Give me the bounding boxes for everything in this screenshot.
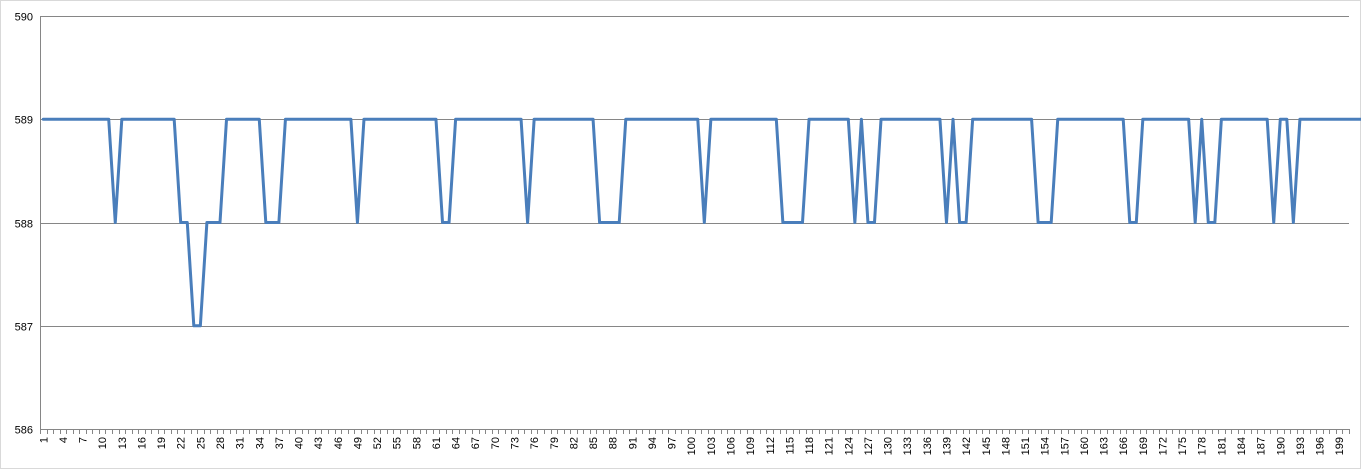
x-tick-label-166: 166 [1118, 437, 1130, 455]
y-tick-label-589: 589 [15, 115, 33, 127]
x-tick-label-7: 7 [78, 437, 90, 443]
x-tick-label-52: 52 [372, 437, 384, 449]
y-tick-label-590: 590 [15, 12, 33, 24]
x-tick-label-28: 28 [215, 437, 227, 449]
x-tick-label-61: 61 [431, 437, 443, 449]
x-tick-label-67: 67 [470, 437, 482, 449]
y-tick-label-587: 587 [15, 322, 33, 334]
x-tick-label-133: 133 [902, 437, 914, 455]
x-tick-label-151: 151 [1020, 437, 1032, 455]
x-tick-label-139: 139 [941, 437, 953, 455]
x-tick-label-16: 16 [136, 437, 148, 449]
x-tick-label-145: 145 [981, 437, 993, 455]
x-tick-label-172: 172 [1157, 437, 1169, 455]
x-tick-label-163: 163 [1099, 437, 1111, 455]
x-tick-label-112: 112 [765, 437, 777, 455]
x-tick-label-85: 85 [588, 437, 600, 449]
x-tick-label-187: 187 [1256, 437, 1268, 455]
x-tick-label-97: 97 [667, 437, 679, 449]
x-tick-label-154: 154 [1040, 437, 1052, 455]
line-chart: 586 587 588 589 590 1 4 7 10 13 16 19 22 25 28 31 34 37 4… [15, 12, 1361, 455]
x-tick-label-19: 19 [156, 437, 168, 449]
x-tick-label-130: 130 [883, 437, 895, 455]
x-tick-label-118: 118 [804, 437, 816, 455]
x-tick-label-49: 49 [352, 437, 364, 449]
x-tick-label-142: 142 [961, 437, 973, 455]
x-tick-label-160: 160 [1079, 437, 1091, 455]
x-tick-label-100: 100 [686, 437, 698, 455]
x-tick-label-193: 193 [1295, 437, 1307, 455]
x-tick-label-37: 37 [274, 437, 286, 449]
x-tick-label-55: 55 [392, 437, 404, 449]
x-tick-label-79: 79 [549, 437, 561, 449]
x-tick-label-157: 157 [1059, 437, 1071, 455]
x-tick-label-136: 136 [922, 437, 934, 455]
x-tick-label-82: 82 [568, 437, 580, 449]
series-layer [41, 117, 1361, 328]
x-tick-label-34: 34 [254, 437, 266, 449]
x-tick-label-103: 103 [706, 437, 718, 455]
x-tick-label-124: 124 [843, 437, 855, 455]
x-tick-label-148: 148 [1000, 437, 1012, 455]
x-tick-label-196: 196 [1315, 437, 1327, 455]
x-tick-label-115: 115 [784, 437, 796, 455]
x-tick-label-109: 109 [745, 437, 757, 455]
x-tick-label-190: 190 [1275, 437, 1287, 455]
x-tick-label-106: 106 [725, 437, 737, 455]
x-tick-label-58: 58 [411, 437, 423, 449]
x-tick-label-43: 43 [313, 437, 325, 449]
x-tick-label-31: 31 [235, 437, 247, 449]
x-tick-label-25: 25 [195, 437, 207, 449]
x-tick-label-181: 181 [1216, 437, 1228, 455]
axes [40, 16, 1350, 434]
x-tick-label-70: 70 [490, 437, 502, 449]
x-tick-label-4: 4 [58, 437, 70, 443]
x-tick-label-178: 178 [1197, 437, 1209, 455]
x-tick-label-64: 64 [451, 437, 463, 449]
x-tick-label-40: 40 [294, 437, 306, 449]
x-tick-label-22: 22 [176, 437, 188, 449]
x-tick-label-73: 73 [510, 437, 522, 449]
x-tick-label-10: 10 [97, 437, 109, 449]
series-line-0 [41, 117, 1361, 328]
x-tick-label-175: 175 [1177, 437, 1189, 455]
x-tick-label-46: 46 [333, 437, 345, 449]
x-tick-label-91: 91 [627, 437, 639, 449]
x-tick-label-127: 127 [863, 437, 875, 455]
y-tick-label-588: 588 [15, 219, 33, 231]
x-tick-label-184: 184 [1236, 437, 1248, 455]
x-tick-label-13: 13 [117, 437, 129, 449]
x-tick-label-88: 88 [608, 437, 620, 449]
x-tick-label-121: 121 [824, 437, 836, 455]
y-tick-label-586: 586 [15, 425, 33, 437]
x-tick-label-199: 199 [1334, 437, 1346, 455]
gridlines [40, 16, 1349, 327]
x-tick-label-1: 1 [38, 437, 50, 443]
y-tick-labels: 586 587 588 589 590 [15, 12, 33, 437]
x-tick-label-76: 76 [529, 437, 541, 449]
x-tick-label-169: 169 [1138, 437, 1150, 455]
x-tick-labels: 1 4 7 10 13 16 19 22 25 28 31 34 37 40 43 46 49 52 55 58 61 6… [38, 437, 1346, 455]
x-tick-label-94: 94 [647, 437, 659, 449]
